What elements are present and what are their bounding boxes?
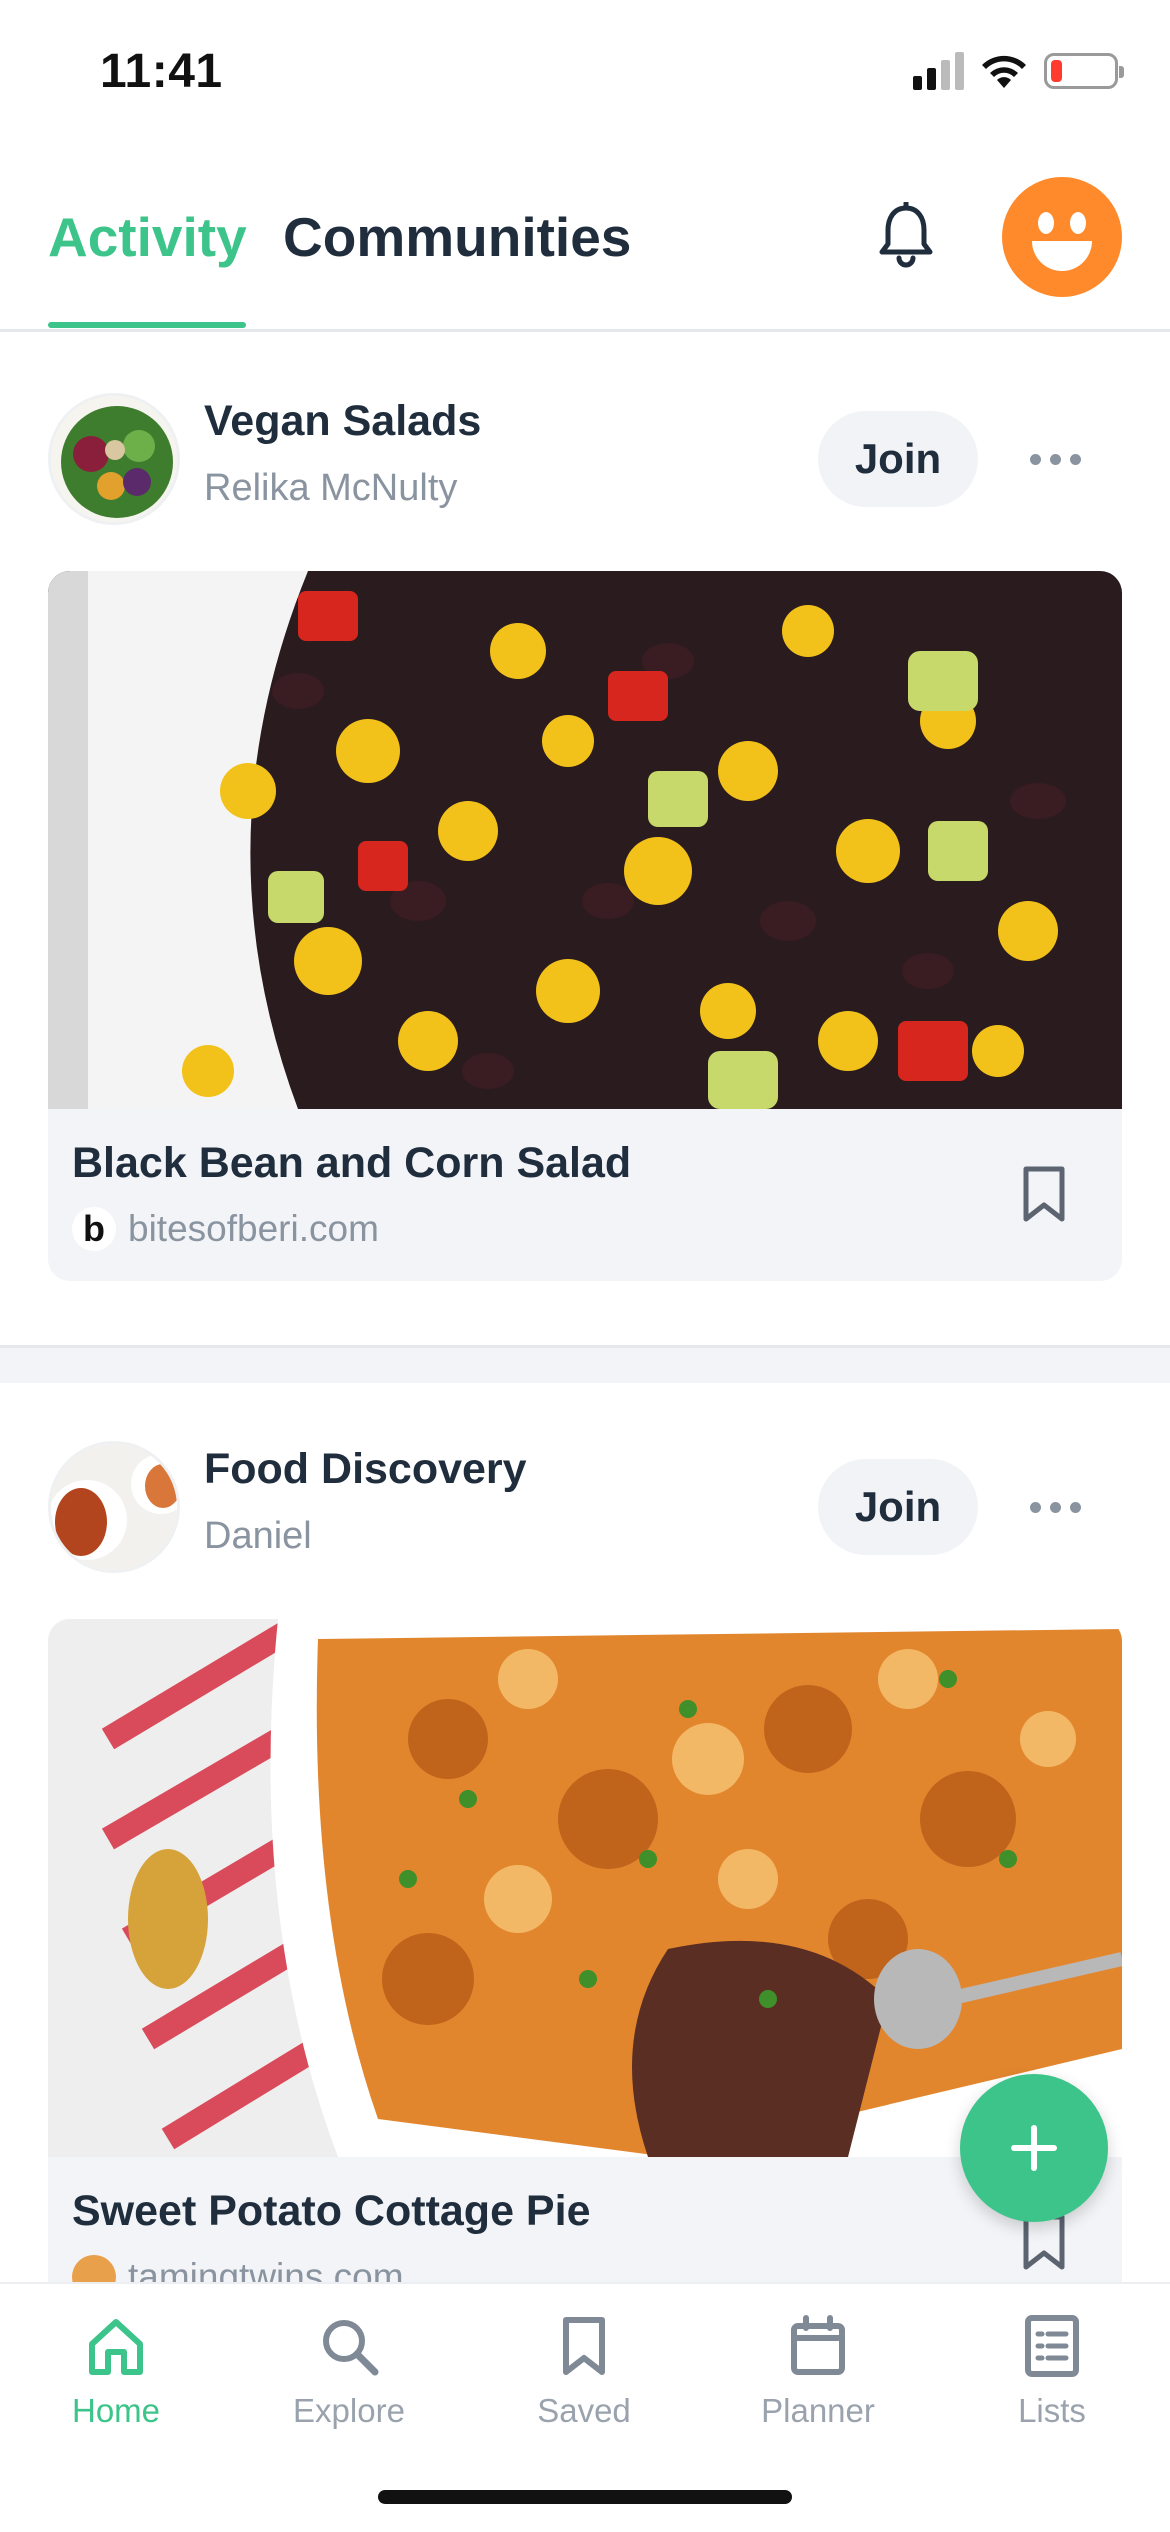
profile-avatar-button[interactable] [1002,177,1122,297]
battery-level [1051,60,1062,82]
join-button[interactable]: Join [818,411,978,507]
smiley-avatar-icon [1032,212,1092,271]
source-domain: bitesofberi.com [128,1208,379,1249]
nav-label: Explore [293,2392,405,2429]
home-icon [89,2319,143,2375]
battery-icon [1044,53,1124,89]
active-tab-indicator [48,322,246,328]
add-fab-button[interactable] [960,2074,1108,2222]
more-options-icon[interactable] [1024,435,1086,483]
tab-communities[interactable]: Communities [283,205,631,269]
feed-divider [0,1345,1170,1383]
recipe-card[interactable]: Black Bean and Corn Salad b bitesofberi.… [48,571,1122,1281]
nav-label: Planner [761,2392,875,2429]
recipe-title[interactable]: Black Bean and Corn Salad [72,1139,631,1188]
bookmark-icon [563,2317,605,2375]
community-name[interactable]: Food Discovery [204,1445,527,1494]
calendar-icon [791,2315,845,2375]
nav-planner[interactable]: Planner [718,2314,918,2430]
nav-explore[interactable]: Explore [249,2314,449,2430]
nav-lists[interactable]: Lists [952,2314,1152,2430]
home-indicator [378,2490,792,2504]
status-time: 11:41 [100,45,223,98]
community-avatar[interactable] [48,1441,180,1573]
nav-label: Home [71,2392,161,2429]
nav-label: Saved [537,2392,631,2429]
more-options-icon[interactable] [1024,1483,1086,1531]
nav-saved[interactable]: Saved [484,2314,684,2430]
bell-icon[interactable] [876,202,936,272]
post-author[interactable]: Relika McNulty [204,467,457,510]
search-icon [323,2320,379,2376]
recipe-image [48,1619,1122,2157]
nav-home[interactable]: Home [16,2314,216,2430]
source-favicon: b [72,1207,116,1251]
nav-label: Lists [1018,2392,1086,2429]
bookmark-icon[interactable] [1022,1165,1066,1223]
list-icon [1025,2315,1079,2377]
cellular-signal-icon [913,52,964,90]
recipe-card-footer: Black Bean and Corn Salad b bitesofberi.… [48,1109,1122,1281]
post-author[interactable]: Daniel [204,1515,312,1558]
plus-icon [1011,2125,1057,2171]
wifi-icon [982,55,1026,88]
tab-activity[interactable]: Activity [48,205,247,269]
join-button[interactable]: Join [818,1459,978,1555]
recipe-image [48,571,1122,1109]
status-icons [913,52,1124,90]
community-name[interactable]: Vegan Salads [204,397,481,446]
community-avatar[interactable] [48,393,180,525]
status-bar: 11:41 [0,0,1170,150]
top-header: Activity Communities [0,150,1170,332]
recipe-title[interactable]: Sweet Potato Cottage Pie [72,2187,590,2236]
recipe-card[interactable]: Sweet Potato Cottage Pie tamingtwins.com [48,1619,1122,2329]
recipe-source[interactable]: b bitesofberi.com [72,1207,379,1251]
